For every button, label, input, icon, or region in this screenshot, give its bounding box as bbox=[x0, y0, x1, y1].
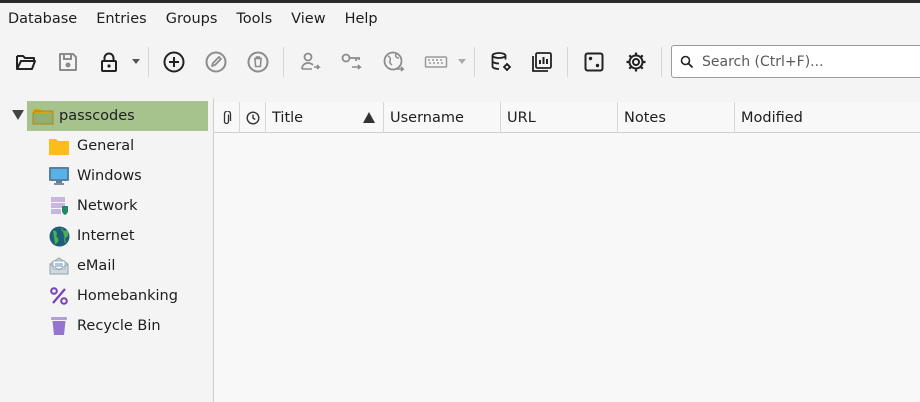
column-header-modified[interactable]: Modified bbox=[734, 102, 920, 133]
padlock-icon bbox=[101, 52, 117, 72]
group-label: Internet bbox=[77, 228, 135, 244]
folder-icon bbox=[32, 109, 54, 125]
recycle-bin-icon bbox=[48, 315, 70, 337]
column-header-label: Modified bbox=[741, 109, 803, 126]
toolbar-separator bbox=[474, 47, 475, 77]
gear-icon bbox=[626, 52, 646, 72]
menu-tools[interactable]: Tools bbox=[236, 11, 272, 27]
copy-username-button[interactable] bbox=[295, 40, 325, 84]
group-label: Network bbox=[77, 198, 138, 214]
open-database-button[interactable] bbox=[11, 40, 41, 84]
floppy-disk-icon bbox=[59, 53, 77, 71]
save-database-button[interactable] bbox=[53, 40, 83, 84]
entries-table: Title Username URL Notes Modified bbox=[214, 102, 920, 402]
database-gear-icon bbox=[491, 52, 511, 71]
key-arrow-icon bbox=[341, 53, 362, 70]
column-header-label: Notes bbox=[624, 109, 666, 126]
folder-icon bbox=[48, 135, 70, 157]
menubar: Database Entries Groups Tools View Help bbox=[0, 3, 920, 35]
column-header-expiry[interactable] bbox=[239, 102, 265, 133]
chevron-down-icon bbox=[132, 59, 140, 64]
group-item-email[interactable]: eMail bbox=[48, 251, 115, 281]
group-item-windows[interactable]: Windows bbox=[48, 161, 142, 191]
group-item-internet[interactable]: Internet bbox=[48, 221, 135, 251]
edit-entry-button[interactable] bbox=[201, 40, 231, 84]
menu-groups[interactable]: Groups bbox=[166, 11, 218, 27]
column-header-attachment[interactable] bbox=[214, 102, 239, 133]
user-arrow-icon bbox=[301, 52, 321, 70]
new-entry-button[interactable] bbox=[159, 40, 189, 84]
chevron-down-icon bbox=[458, 59, 466, 64]
monitor-icon bbox=[48, 165, 70, 187]
copy-password-button[interactable] bbox=[337, 40, 367, 84]
sort-ascending-icon bbox=[363, 112, 375, 123]
column-header-label: Username bbox=[390, 109, 464, 126]
group-item-homebanking[interactable]: Homebanking bbox=[48, 281, 178, 311]
table-header: Title Username URL Notes Modified bbox=[214, 102, 920, 133]
group-label: Recycle Bin bbox=[77, 318, 161, 334]
group-label: passcodes bbox=[59, 108, 135, 124]
group-item-passcodes[interactable]: passcodes bbox=[27, 101, 208, 131]
trash-circle-icon bbox=[247, 51, 269, 73]
plus-circle-icon bbox=[163, 51, 185, 73]
reports-button[interactable] bbox=[527, 40, 557, 84]
menu-entries[interactable]: Entries bbox=[96, 11, 147, 27]
table-body[interactable] bbox=[214, 133, 920, 402]
column-header-title[interactable]: Title bbox=[265, 102, 383, 133]
group-label: Homebanking bbox=[77, 288, 178, 304]
reports-icon bbox=[532, 52, 552, 72]
toolbar-separator bbox=[148, 47, 149, 77]
keyboard-icon bbox=[424, 56, 448, 68]
column-header-notes[interactable]: Notes bbox=[617, 102, 734, 133]
autotype-button[interactable] bbox=[420, 40, 452, 84]
folder-open-icon bbox=[16, 55, 36, 70]
delete-entry-button[interactable] bbox=[243, 40, 273, 84]
password-generator-button[interactable] bbox=[579, 40, 609, 84]
group-tree: passcodes General Windows Network Intern… bbox=[0, 98, 213, 402]
search-icon bbox=[672, 55, 702, 69]
column-header-label: URL bbox=[507, 109, 536, 126]
copy-url-button[interactable] bbox=[379, 40, 409, 84]
paperclip-icon bbox=[223, 110, 231, 124]
clock-icon bbox=[245, 110, 260, 125]
menu-help[interactable]: Help bbox=[345, 11, 378, 27]
group-item-network[interactable]: Network bbox=[48, 191, 138, 221]
group-label: eMail bbox=[77, 258, 116, 274]
menu-view[interactable]: View bbox=[291, 11, 325, 27]
lock-database-button[interactable] bbox=[94, 40, 124, 84]
group-label: General bbox=[77, 138, 135, 154]
globe-arrow-icon bbox=[383, 51, 405, 72]
search-input[interactable] bbox=[702, 53, 902, 70]
autotype-dropdown-button[interactable] bbox=[456, 40, 468, 84]
group-tree-root: passcodes bbox=[8, 101, 208, 131]
globe-icon bbox=[48, 225, 70, 247]
column-header-label: Title bbox=[272, 109, 304, 126]
column-header-url[interactable]: URL bbox=[500, 102, 617, 133]
dice-icon bbox=[584, 52, 604, 72]
menu-database[interactable]: Database bbox=[8, 11, 77, 27]
envelope-icon bbox=[48, 255, 70, 277]
settings-button[interactable] bbox=[621, 40, 651, 84]
column-header-username[interactable]: Username bbox=[383, 102, 500, 133]
group-label: Windows bbox=[77, 168, 142, 184]
lock-dropdown-button[interactable] bbox=[130, 40, 142, 84]
toolbar-separator bbox=[283, 47, 284, 77]
group-item-recycle-bin[interactable]: Recycle Bin bbox=[48, 311, 161, 341]
database-settings-button[interactable] bbox=[486, 40, 516, 84]
toolbar-separator bbox=[661, 47, 662, 77]
percent-icon bbox=[48, 285, 70, 307]
search-field[interactable] bbox=[671, 45, 920, 78]
group-item-general[interactable]: General bbox=[48, 131, 134, 161]
pencil-circle-icon bbox=[205, 51, 227, 73]
expand-arrow-icon[interactable] bbox=[12, 109, 24, 121]
network-server-icon bbox=[48, 195, 70, 217]
toolbar-separator bbox=[567, 47, 568, 77]
